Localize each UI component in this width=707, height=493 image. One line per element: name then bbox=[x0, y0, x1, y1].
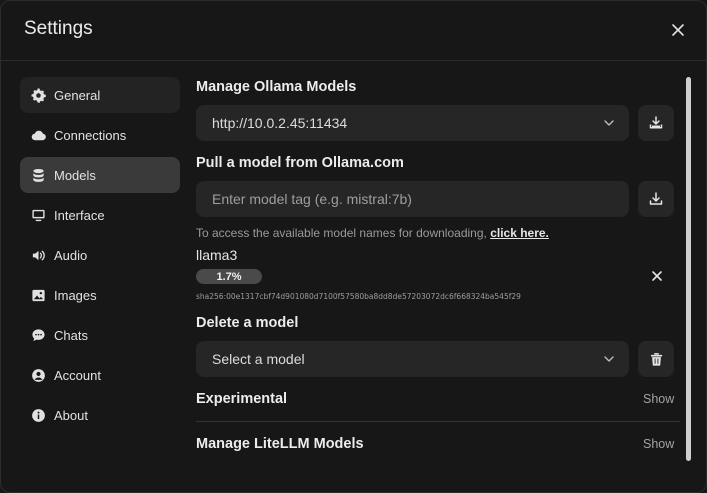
model-digest: sha256:00e1317cbf74d901080d7100f57580ba8… bbox=[196, 292, 521, 301]
sidebar-item-chats[interactable]: Chats bbox=[20, 317, 180, 353]
sidebar-item-label: Connections bbox=[54, 127, 127, 143]
sidebar-item-images[interactable]: Images bbox=[20, 277, 180, 313]
settings-sidebar: General Connections Models Interface Aud… bbox=[20, 77, 180, 437]
sidebar-item-label: Models bbox=[54, 167, 96, 183]
sidebar-item-label: General bbox=[54, 87, 101, 103]
model-names-note: To access the available model names for … bbox=[196, 226, 549, 240]
chevron-down-icon bbox=[604, 356, 614, 362]
chat-icon bbox=[31, 328, 46, 343]
delete-model-heading: Delete a model bbox=[196, 315, 299, 331]
download-icon bbox=[649, 192, 663, 205]
delete-model-button[interactable] bbox=[638, 341, 674, 377]
chevron-down-icon bbox=[604, 120, 614, 126]
monitor-icon bbox=[31, 208, 46, 223]
sidebar-item-interface[interactable]: Interface bbox=[20, 197, 180, 233]
ollama-url-select[interactable]: http://10.0.2.45:11434 bbox=[196, 105, 629, 141]
close-button[interactable] bbox=[667, 19, 689, 41]
speaker-icon bbox=[31, 248, 46, 263]
model-names-note-text: To access the available model names for … bbox=[196, 226, 487, 240]
close-icon bbox=[652, 271, 662, 281]
sidebar-item-general[interactable]: General bbox=[20, 77, 180, 113]
scrollbar[interactable] bbox=[686, 77, 691, 461]
delete-model-value: Select a model bbox=[212, 351, 305, 367]
section-divider bbox=[196, 421, 680, 422]
model-tag-input[interactable]: Enter model tag (e.g. mistral:7b) bbox=[196, 181, 629, 217]
sidebar-item-audio[interactable]: Audio bbox=[20, 237, 180, 273]
experimental-heading: Experimental bbox=[196, 391, 288, 407]
cloud-icon bbox=[31, 128, 46, 143]
sidebar-item-label: Audio bbox=[54, 247, 88, 263]
settings-modal: Settings General Connections Models Inte… bbox=[0, 0, 707, 493]
model-tag-placeholder: Enter model tag (e.g. mistral:7b) bbox=[212, 191, 412, 207]
database-icon bbox=[31, 168, 46, 183]
cancel-download-button[interactable] bbox=[640, 259, 674, 293]
sidebar-item-label: Account bbox=[54, 367, 101, 383]
sidebar-item-account[interactable]: Account bbox=[20, 357, 180, 393]
sidebar-item-connections[interactable]: Connections bbox=[20, 117, 180, 153]
pull-model-button[interactable] bbox=[638, 181, 674, 217]
ollama-url-value: http://10.0.2.45:11434 bbox=[212, 115, 348, 131]
user-icon bbox=[31, 368, 46, 383]
gear-icon bbox=[31, 87, 46, 103]
info-icon bbox=[31, 408, 46, 423]
downloading-model-name: llama3 bbox=[196, 247, 238, 263]
close-icon bbox=[672, 24, 684, 36]
modal-title: Settings bbox=[24, 18, 93, 39]
trash-icon bbox=[650, 352, 662, 366]
sidebar-item-about[interactable]: About bbox=[20, 397, 180, 433]
pull-model-heading: Pull a model from Ollama.com bbox=[196, 155, 404, 171]
download-progress-badge: 1.7% bbox=[196, 269, 262, 284]
sidebar-item-label: Images bbox=[54, 287, 97, 303]
update-models-button[interactable] bbox=[638, 105, 674, 141]
sidebar-item-label: Chats bbox=[54, 327, 88, 343]
manage-ollama-heading: Manage Ollama Models bbox=[196, 79, 357, 95]
click-here-link[interactable]: click here. bbox=[490, 226, 549, 240]
download-tray-icon bbox=[649, 116, 663, 129]
litellm-heading: Manage LiteLLM Models bbox=[196, 436, 364, 452]
sidebar-item-models[interactable]: Models bbox=[20, 157, 180, 193]
header-divider bbox=[1, 60, 706, 61]
sidebar-item-label: About bbox=[54, 407, 88, 423]
delete-model-select[interactable]: Select a model bbox=[196, 341, 629, 377]
litellm-show-toggle[interactable]: Show bbox=[643, 437, 674, 451]
experimental-show-toggle[interactable]: Show bbox=[643, 392, 674, 406]
image-icon bbox=[31, 288, 46, 303]
sidebar-item-label: Interface bbox=[54, 207, 105, 223]
